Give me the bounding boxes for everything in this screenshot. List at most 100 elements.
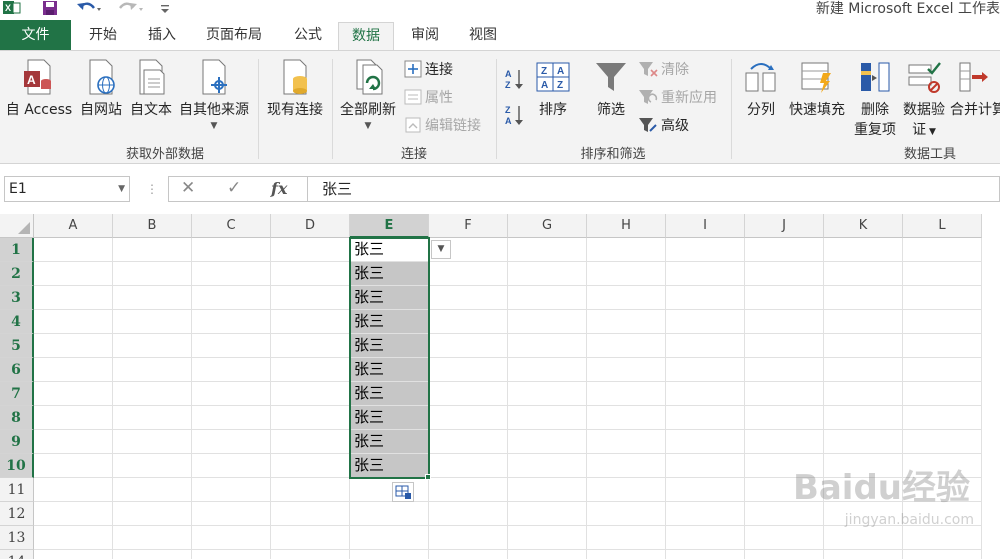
cell[interactable] xyxy=(350,550,429,559)
edit-links-button[interactable]: 编辑链接 xyxy=(404,115,481,135)
cell[interactable] xyxy=(745,238,824,262)
consolidate-button[interactable]: 合并计算 xyxy=(950,59,1000,119)
cell[interactable] xyxy=(113,310,192,334)
from-text-button[interactable]: 自文本 xyxy=(126,59,176,119)
cell[interactable]: 张三 xyxy=(350,358,429,382)
cell[interactable] xyxy=(587,526,666,550)
tab-formulas[interactable]: 公式 xyxy=(282,20,334,50)
row-header[interactable]: 1 xyxy=(0,238,34,262)
undo-icon[interactable] xyxy=(74,0,104,16)
cell[interactable] xyxy=(113,478,192,502)
cell[interactable] xyxy=(903,358,982,382)
cell[interactable] xyxy=(508,406,587,430)
cell[interactable] xyxy=(113,286,192,310)
clear-filter-button[interactable]: 清除 xyxy=(638,59,689,79)
cell[interactable] xyxy=(350,478,429,502)
cell[interactable] xyxy=(192,238,271,262)
cell[interactable] xyxy=(745,526,824,550)
cell[interactable]: 张三 xyxy=(350,430,429,454)
cell[interactable] xyxy=(192,382,271,406)
row-header[interactable]: 2 xyxy=(0,262,34,286)
advanced-filter-button[interactable]: 高级 xyxy=(638,115,689,135)
cell[interactable] xyxy=(745,550,824,559)
insert-function-icon[interactable]: fx xyxy=(271,179,287,198)
formula-input[interactable]: 张三 xyxy=(307,176,1000,202)
cell[interactable] xyxy=(903,406,982,430)
cell[interactable] xyxy=(429,550,508,559)
column-header[interactable]: H xyxy=(587,214,666,238)
cell[interactable] xyxy=(508,478,587,502)
tab-insert[interactable]: 插入 xyxy=(136,20,188,50)
cell[interactable] xyxy=(666,286,745,310)
cell[interactable] xyxy=(192,454,271,478)
tab-review[interactable]: 审阅 xyxy=(400,20,450,50)
cell[interactable] xyxy=(824,262,903,286)
cell[interactable]: 张三 xyxy=(350,334,429,358)
cell[interactable] xyxy=(113,382,192,406)
cell[interactable] xyxy=(745,382,824,406)
row-header[interactable]: 4 xyxy=(0,310,34,334)
row-header[interactable]: 7 xyxy=(0,382,34,406)
cell[interactable] xyxy=(113,550,192,559)
cell[interactable] xyxy=(745,286,824,310)
tab-view[interactable]: 视图 xyxy=(458,20,508,50)
cell[interactable] xyxy=(271,430,350,454)
cell[interactable] xyxy=(824,286,903,310)
quick-analysis-icon[interactable] xyxy=(392,482,414,502)
cell[interactable] xyxy=(429,430,508,454)
column-header[interactable]: A xyxy=(34,214,113,238)
cell[interactable] xyxy=(824,358,903,382)
cell[interactable] xyxy=(903,286,982,310)
row-header[interactable]: 13 xyxy=(0,526,34,550)
cancel-icon[interactable]: ✕ xyxy=(181,178,195,198)
cell[interactable] xyxy=(271,286,350,310)
cell[interactable] xyxy=(824,406,903,430)
cell[interactable] xyxy=(903,550,982,559)
cell[interactable] xyxy=(113,358,192,382)
cell[interactable]: 张三 xyxy=(350,286,429,310)
row-header[interactable]: 10 xyxy=(0,454,34,478)
cell[interactable] xyxy=(587,478,666,502)
cell[interactable]: 张三 xyxy=(350,382,429,406)
column-header[interactable]: L xyxy=(903,214,982,238)
cell[interactable] xyxy=(271,454,350,478)
remove-duplicates-button[interactable]: 删除 重复项 xyxy=(850,59,900,139)
cell[interactable] xyxy=(508,358,587,382)
cell[interactable] xyxy=(113,526,192,550)
text-to-columns-button[interactable]: 分列 xyxy=(740,59,782,119)
redo-icon[interactable] xyxy=(116,0,146,16)
cell[interactable] xyxy=(271,478,350,502)
column-header[interactable]: E xyxy=(350,214,429,238)
cell[interactable] xyxy=(666,526,745,550)
cell[interactable] xyxy=(587,238,666,262)
cell[interactable] xyxy=(666,382,745,406)
cell[interactable]: 张三 xyxy=(350,454,429,478)
cell[interactable] xyxy=(192,286,271,310)
cell[interactable] xyxy=(824,310,903,334)
cell[interactable]: 张三 xyxy=(350,238,429,262)
cell[interactable] xyxy=(903,526,982,550)
drag-handle-icon[interactable]: ⋮ xyxy=(146,182,158,196)
cell[interactable] xyxy=(824,526,903,550)
cell[interactable] xyxy=(508,262,587,286)
cell[interactable] xyxy=(113,406,192,430)
column-header[interactable]: I xyxy=(666,214,745,238)
cell[interactable] xyxy=(824,430,903,454)
cell[interactable] xyxy=(34,478,113,502)
cell[interactable] xyxy=(666,454,745,478)
cell[interactable] xyxy=(903,262,982,286)
connections-button[interactable]: 连接 xyxy=(404,59,453,79)
cell[interactable] xyxy=(587,550,666,559)
enter-icon[interactable]: ✓ xyxy=(227,178,241,198)
cell[interactable] xyxy=(824,382,903,406)
cell[interactable] xyxy=(192,502,271,526)
cell[interactable] xyxy=(587,454,666,478)
reapply-button[interactable]: 重新应用 xyxy=(638,87,717,107)
row-header[interactable]: 8 xyxy=(0,406,34,430)
column-header[interactable]: G xyxy=(508,214,587,238)
cell[interactable] xyxy=(508,286,587,310)
tab-page-layout[interactable]: 页面布局 xyxy=(196,20,272,50)
cell[interactable] xyxy=(745,262,824,286)
cell[interactable] xyxy=(192,526,271,550)
refresh-all-button[interactable]: 全部刷新 ▼ xyxy=(336,59,400,131)
